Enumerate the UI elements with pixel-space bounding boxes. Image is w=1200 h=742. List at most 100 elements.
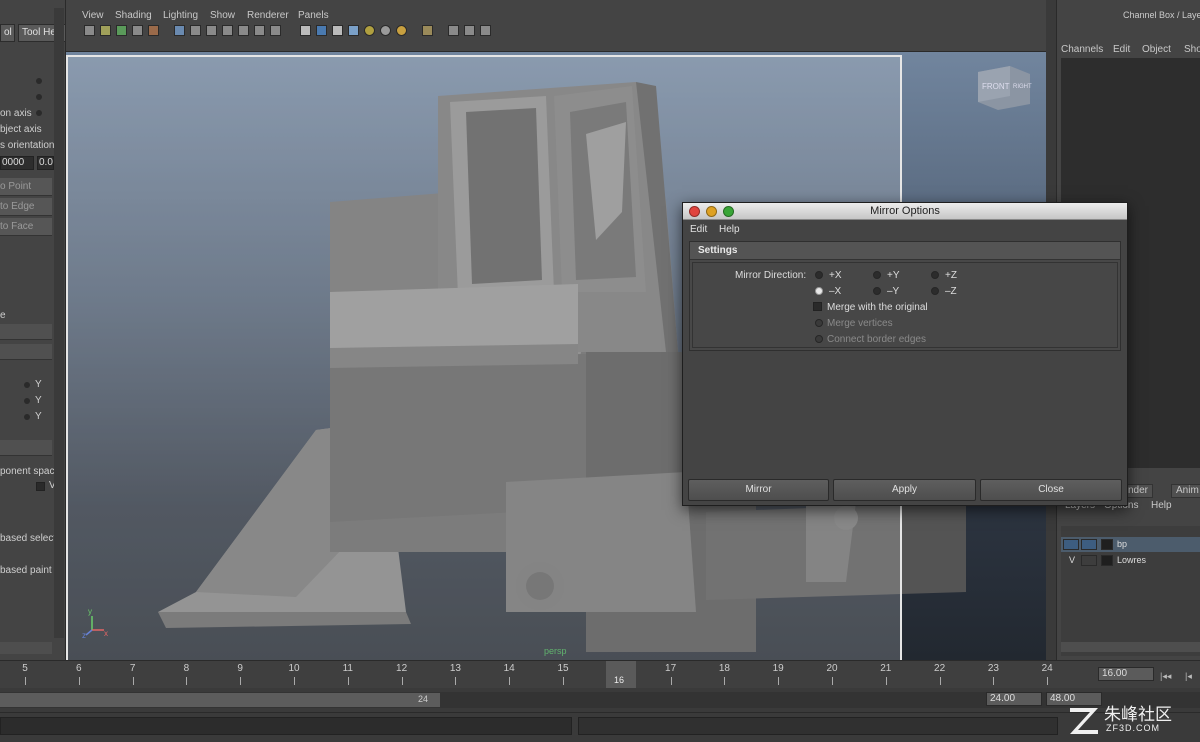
- xray-joints-icon[interactable]: [464, 25, 475, 36]
- option-checkbox[interactable]: [36, 482, 45, 491]
- radio-minus-y-label[interactable]: –Y: [887, 286, 899, 297]
- menu-cb-edit[interactable]: Edit: [1113, 44, 1130, 55]
- menu-channels[interactable]: Channels: [1061, 44, 1103, 55]
- tool-settings-tab[interactable]: ol: [0, 24, 15, 42]
- isolate-select-icon[interactable]: [422, 25, 433, 36]
- radio-minus-z[interactable]: [931, 287, 939, 295]
- section-divider: [0, 440, 52, 456]
- camera-attributes-icon[interactable]: [100, 25, 111, 36]
- textured-icon[interactable]: [348, 25, 359, 36]
- layer-row-bp[interactable]: bp: [1061, 537, 1200, 552]
- axis-radio[interactable]: [24, 382, 30, 388]
- connect-border-label[interactable]: Connect border edges: [827, 334, 926, 345]
- axis-radio[interactable]: [24, 398, 30, 404]
- bookmark-icon[interactable]: [116, 25, 127, 36]
- safe-action-icon[interactable]: [254, 25, 265, 36]
- tick-label: 15: [557, 663, 569, 674]
- go-to-start-icon[interactable]: |◂◂: [1160, 671, 1171, 682]
- range-slider-bar[interactable]: [0, 693, 440, 707]
- range-start-field[interactable]: 24.00: [986, 692, 1042, 706]
- view-cube-right-label[interactable]: RIGHT: [1013, 84, 1032, 90]
- backface-culling-icon[interactable]: [480, 25, 491, 36]
- film-gate-icon[interactable]: [190, 25, 201, 36]
- layer-name: bp: [1117, 539, 1128, 549]
- grid-icon[interactable]: [174, 25, 185, 36]
- dialog-menu-help[interactable]: Help: [719, 224, 740, 235]
- dialog-menu-edit[interactable]: Edit: [690, 224, 707, 235]
- layer-type-toggle[interactable]: [1081, 539, 1097, 550]
- option-radio[interactable]: [36, 94, 42, 100]
- radio-plus-y[interactable]: [873, 271, 881, 279]
- step-back-icon[interactable]: |◂: [1185, 671, 1192, 682]
- radio-plus-x[interactable]: [815, 271, 823, 279]
- radio-minus-x[interactable]: [815, 287, 823, 295]
- gate-mask-icon[interactable]: [222, 25, 233, 36]
- mel-input[interactable]: [0, 717, 572, 735]
- tick-label: 23: [987, 663, 999, 674]
- panel-scroll-track[interactable]: [54, 8, 64, 638]
- layer-scrollbar[interactable]: [1061, 642, 1200, 652]
- image-plane-icon[interactable]: [132, 25, 143, 36]
- wireframe-on-shaded-icon[interactable]: [332, 25, 343, 36]
- radio-plus-z[interactable]: [931, 271, 939, 279]
- range-slider[interactable]: 24 24.00 48.00: [0, 692, 1200, 708]
- close-button[interactable]: Close: [980, 479, 1122, 501]
- menu-panels[interactable]: Panels: [298, 10, 329, 21]
- layer-type-toggle[interactable]: [1081, 555, 1097, 566]
- select-camera-icon[interactable]: [84, 25, 95, 36]
- snap-to-edge-button[interactable]: to Edge: [0, 198, 52, 216]
- axis-radio[interactable]: [24, 414, 30, 420]
- current-time-field[interactable]: 16.00: [1098, 667, 1154, 681]
- resolution-gate-icon[interactable]: [206, 25, 217, 36]
- option-radio[interactable]: [36, 78, 42, 84]
- menu-renderer[interactable]: Renderer: [247, 10, 289, 21]
- menu-lighting[interactable]: Lighting: [163, 10, 198, 21]
- smooth-shade-icon[interactable]: [316, 25, 327, 36]
- wireframe-icon[interactable]: [300, 25, 311, 36]
- radio-merge-vertices[interactable]: [815, 319, 823, 327]
- layer-color-swatch[interactable]: [1101, 555, 1113, 566]
- menu-view[interactable]: View: [82, 10, 104, 21]
- two-d-pan-icon[interactable]: [148, 25, 159, 36]
- value-field[interactable]: 0.0: [37, 156, 54, 170]
- view-cube-front-label[interactable]: FRONT: [982, 82, 1010, 91]
- safe-title-icon[interactable]: [270, 25, 281, 36]
- field-chart-icon[interactable]: [238, 25, 249, 36]
- menu-show[interactable]: Show: [210, 10, 235, 21]
- value-field[interactable]: 0000: [0, 156, 34, 170]
- radio-minus-x-label[interactable]: –X: [829, 286, 841, 297]
- settings-header[interactable]: Settings: [690, 242, 1120, 260]
- snap-to-point-button[interactable]: o Point: [0, 178, 52, 196]
- merge-vertices-label[interactable]: Merge vertices: [827, 318, 893, 329]
- radio-minus-z-label[interactable]: –Z: [945, 286, 957, 297]
- menu-object[interactable]: Object: [1142, 44, 1171, 55]
- menu-shading[interactable]: Shading: [115, 10, 152, 21]
- object-axis-label: bject axis: [0, 124, 42, 135]
- layer-visibility-toggle[interactable]: [1063, 539, 1079, 550]
- layer-visibility-text[interactable]: V: [1069, 553, 1075, 568]
- radio-connect-border[interactable]: [815, 335, 823, 343]
- xray-icon[interactable]: [448, 25, 459, 36]
- apply-button[interactable]: Apply: [833, 479, 976, 501]
- layer-color-swatch[interactable]: [1101, 539, 1113, 550]
- radio-minus-y[interactable]: [873, 287, 881, 295]
- mirror-button[interactable]: Mirror: [688, 479, 829, 501]
- radio-plus-y-label[interactable]: +Y: [887, 270, 900, 281]
- snap-to-face-button[interactable]: to Face: [0, 218, 52, 236]
- menu-cb-show[interactable]: Show: [1184, 44, 1200, 55]
- dialog-titlebar[interactable]: Mirror Options: [683, 203, 1127, 220]
- tab-anim[interactable]: Anim: [1171, 484, 1200, 498]
- radio-plus-x-label[interactable]: +X: [829, 270, 842, 281]
- radio-plus-z-label[interactable]: +Z: [945, 270, 957, 281]
- time-slider[interactable]: 56789101112131415161718192021222324 16 1…: [0, 660, 1200, 688]
- layer-row-lowres[interactable]: V Lowres: [1061, 553, 1200, 568]
- tick-mark: [939, 677, 941, 685]
- tick-mark: [993, 677, 995, 685]
- menu-layer-help[interactable]: Help: [1151, 500, 1172, 511]
- shadows-icon[interactable]: [380, 25, 391, 36]
- merge-checkbox-label[interactable]: Merge with the original: [827, 302, 928, 313]
- panel-scrollbar[interactable]: [0, 642, 52, 654]
- lights-icon[interactable]: [396, 25, 407, 36]
- merge-checkbox[interactable]: [813, 302, 822, 311]
- use-all-lights-icon[interactable]: [364, 25, 375, 36]
